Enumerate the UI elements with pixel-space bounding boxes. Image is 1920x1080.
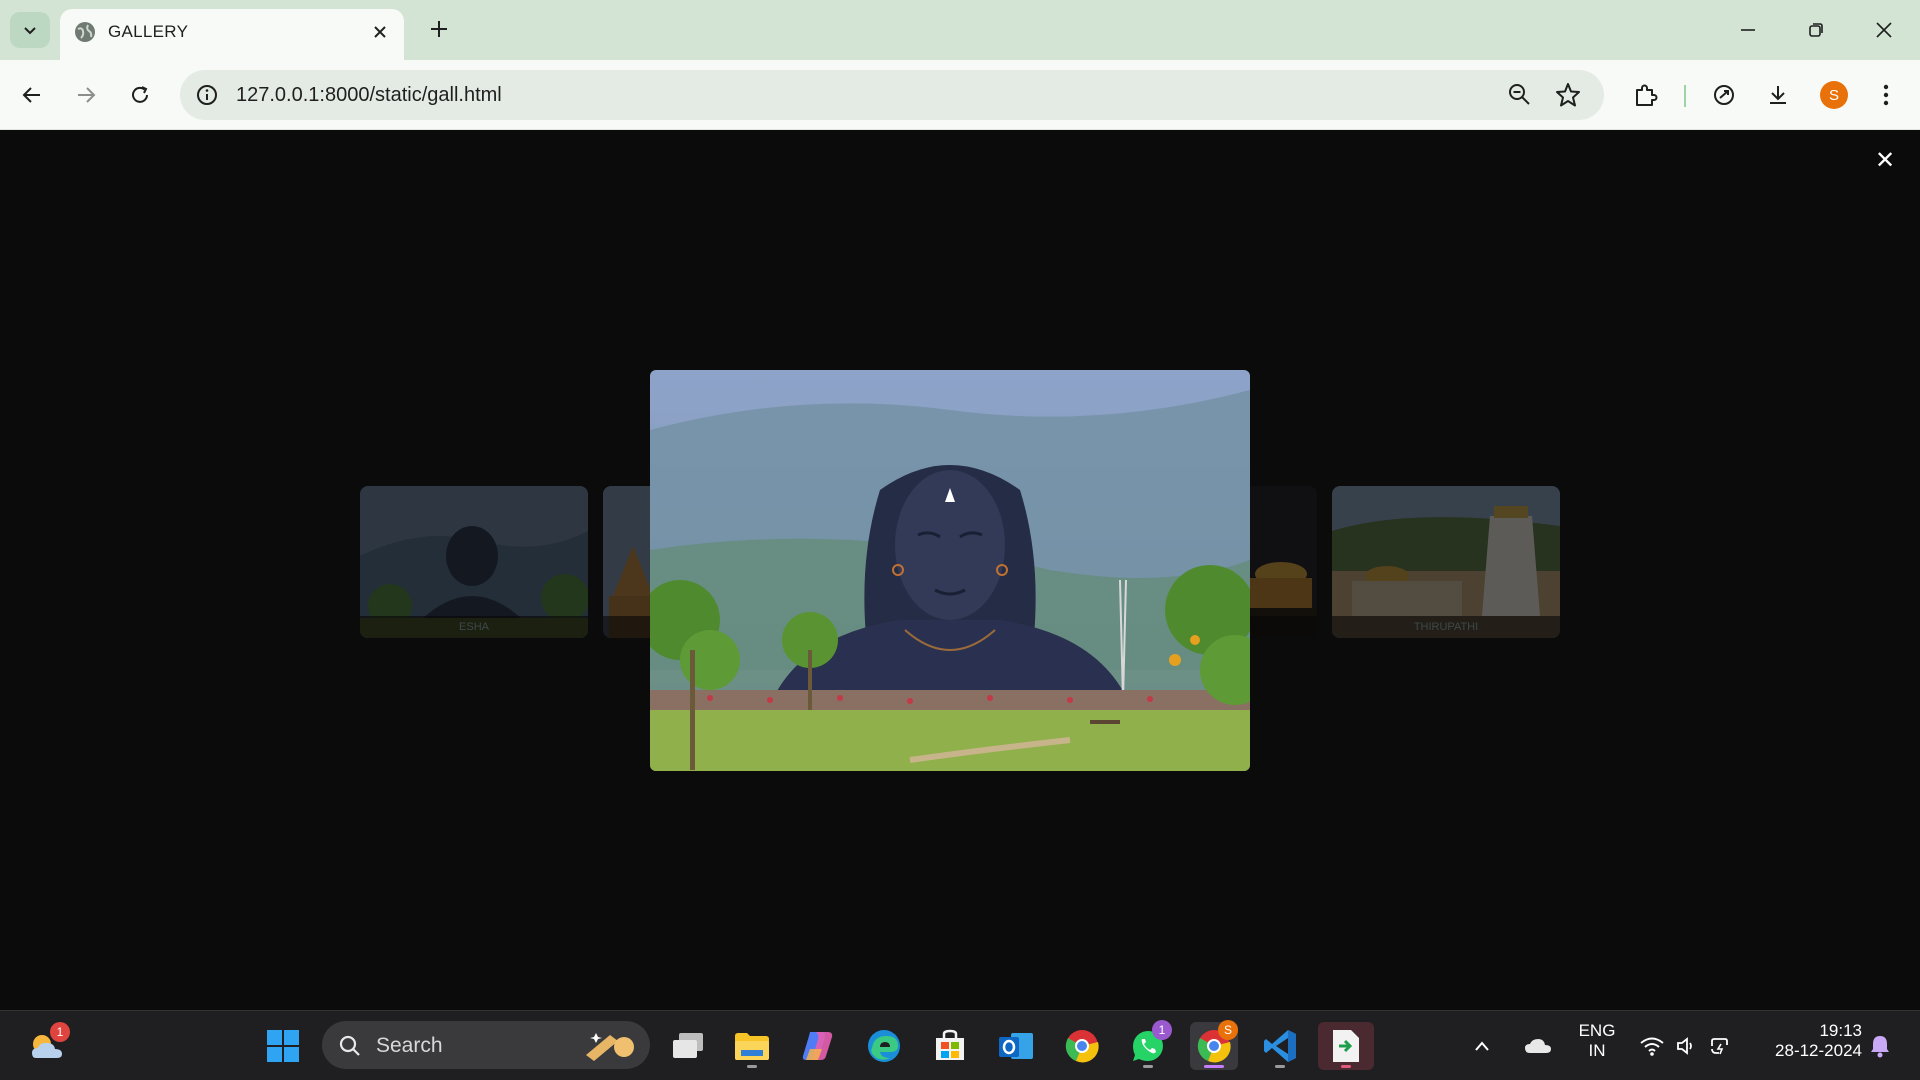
toolbar-divider xyxy=(1684,85,1686,107)
lightbox-image[interactable] xyxy=(650,370,1250,771)
downloads-button[interactable] xyxy=(1760,77,1796,113)
chrome-icon xyxy=(1065,1030,1099,1063)
reload-button[interactable] xyxy=(122,77,158,113)
menu-button[interactable] xyxy=(1868,77,1904,113)
volume-icon xyxy=(1677,1037,1692,1055)
chrome-profile-button[interactable]: S xyxy=(1190,1020,1238,1070)
bookmark-star-icon[interactable] xyxy=(1554,81,1582,109)
lightbox-close-button[interactable]: ✕ xyxy=(1870,145,1900,175)
tab-close-button[interactable] xyxy=(368,20,392,44)
wifi-icon xyxy=(1640,1037,1664,1056)
url-text[interactable]: 127.0.0.1:8000/static/gall.html xyxy=(236,84,502,107)
show-hidden-icons-button[interactable] xyxy=(1467,1022,1497,1070)
clock-date: 28-12-2024 xyxy=(1775,1041,1862,1060)
close-icon xyxy=(1876,22,1892,38)
windows-taskbar: 1 Search 1 S ENG IN 19:13 28-12-2024 xyxy=(0,1010,1920,1080)
forward-button[interactable] xyxy=(68,77,104,113)
edge-browser-icon xyxy=(868,1030,900,1062)
puzzle-icon xyxy=(1636,84,1658,106)
reload-icon xyxy=(132,86,148,103)
taskbar-search[interactable]: Search xyxy=(322,1021,650,1069)
running-indicator xyxy=(1275,1065,1285,1068)
extensions-button[interactable] xyxy=(1627,77,1663,113)
outlook-icon xyxy=(999,1033,1033,1059)
chrome-profile-badge: S xyxy=(1218,1020,1238,1040)
language-line1: ENG xyxy=(1578,1021,1616,1040)
store-icon xyxy=(936,1029,964,1060)
chevron-down-icon xyxy=(24,27,36,35)
tab-title: GALLERY xyxy=(108,22,189,41)
restore-icon xyxy=(1809,23,1823,37)
edge-button[interactable] xyxy=(860,1022,908,1070)
search-icon xyxy=(339,1035,360,1056)
zoom-out-icon[interactable] xyxy=(1506,81,1534,109)
download-icon xyxy=(1770,86,1786,104)
copilot-icon xyxy=(802,1032,833,1060)
arrow-right-icon xyxy=(78,87,96,103)
plus-icon xyxy=(431,21,447,37)
language-indicator[interactable]: ENG IN xyxy=(1572,1021,1622,1061)
onedrive-button[interactable] xyxy=(1514,1022,1562,1070)
file-explorer-button[interactable] xyxy=(728,1022,776,1070)
language-line2: IN xyxy=(1588,1041,1606,1060)
chevron-up-icon xyxy=(1475,1041,1489,1051)
start-button[interactable] xyxy=(259,1022,307,1070)
profile-avatar[interactable]: S xyxy=(1820,81,1848,109)
running-indicator xyxy=(747,1065,757,1068)
clock[interactable]: 19:13 28-12-2024 xyxy=(1752,1021,1862,1061)
notifications-button[interactable] xyxy=(1862,1022,1898,1070)
copilot-button[interactable] xyxy=(794,1022,842,1070)
running-indicator xyxy=(1143,1065,1153,1068)
active-app-button[interactable] xyxy=(1318,1022,1374,1070)
cloud-icon xyxy=(1525,1039,1551,1053)
browser-toolbar: 127.0.0.1:8000/static/gall.html S xyxy=(0,60,1920,130)
weather-badge: 1 xyxy=(50,1022,70,1042)
running-indicator xyxy=(1341,1065,1351,1068)
adiyogi-statue-image xyxy=(650,370,1250,771)
info-icon xyxy=(197,85,217,105)
clock-time: 19:13 xyxy=(1819,1021,1862,1040)
back-button[interactable] xyxy=(14,77,50,113)
battery-charging-icon xyxy=(1711,1038,1728,1055)
folder-icon xyxy=(735,1033,769,1060)
whatsapp-badge: 1 xyxy=(1152,1020,1172,1040)
performance-button[interactable] xyxy=(1706,77,1742,113)
new-tab-button[interactable] xyxy=(424,14,454,44)
vscode-button[interactable] xyxy=(1256,1022,1304,1070)
active-indicator xyxy=(1204,1065,1224,1068)
minimize-button[interactable] xyxy=(1728,12,1768,48)
bell-icon xyxy=(1871,1036,1889,1058)
microsoft-store-button[interactable] xyxy=(926,1022,974,1070)
gallery-page: ✕ ESHA THIRUPATHI xyxy=(0,131,1920,1010)
gallery-thumbnail-esha[interactable]: ESHA xyxy=(360,486,588,638)
restore-button[interactable] xyxy=(1796,12,1836,48)
tab-gallery[interactable]: GALLERY xyxy=(60,9,404,60)
vscode-icon xyxy=(1264,1030,1296,1062)
task-view-icon xyxy=(673,1033,703,1058)
address-bar[interactable]: 127.0.0.1:8000/static/gall.html xyxy=(180,70,1604,120)
task-view-button[interactable] xyxy=(664,1022,712,1070)
gallery-thumbnail-thirupathi[interactable]: THIRUPATHI xyxy=(1332,486,1560,638)
leaf-speed-icon xyxy=(1714,85,1734,105)
minimize-icon xyxy=(1741,29,1755,31)
whatsapp-button[interactable]: 1 xyxy=(1124,1020,1172,1070)
site-info-button[interactable] xyxy=(192,80,222,110)
tab-search-button[interactable] xyxy=(10,12,50,48)
kebab-menu-icon xyxy=(1883,84,1889,106)
weather-widget[interactable]: 1 xyxy=(24,1022,72,1070)
search-placeholder: Search xyxy=(376,1034,443,1057)
thumbnail-caption: ESHA xyxy=(360,616,588,638)
chrome-button[interactable] xyxy=(1058,1022,1106,1070)
search-highlight-icon xyxy=(586,1033,634,1061)
tab-strip: GALLERY xyxy=(0,0,1920,60)
window-close-button[interactable] xyxy=(1864,12,1904,48)
arrow-left-icon xyxy=(22,87,40,103)
document-arrow-icon xyxy=(1333,1030,1359,1062)
close-icon xyxy=(374,26,386,38)
globe-icon xyxy=(75,22,95,42)
thumbnail-caption: THIRUPATHI xyxy=(1332,616,1560,638)
quick-settings-button[interactable] xyxy=(1630,1022,1742,1070)
outlook-button[interactable] xyxy=(992,1022,1040,1070)
windows-logo-icon xyxy=(267,1030,299,1062)
